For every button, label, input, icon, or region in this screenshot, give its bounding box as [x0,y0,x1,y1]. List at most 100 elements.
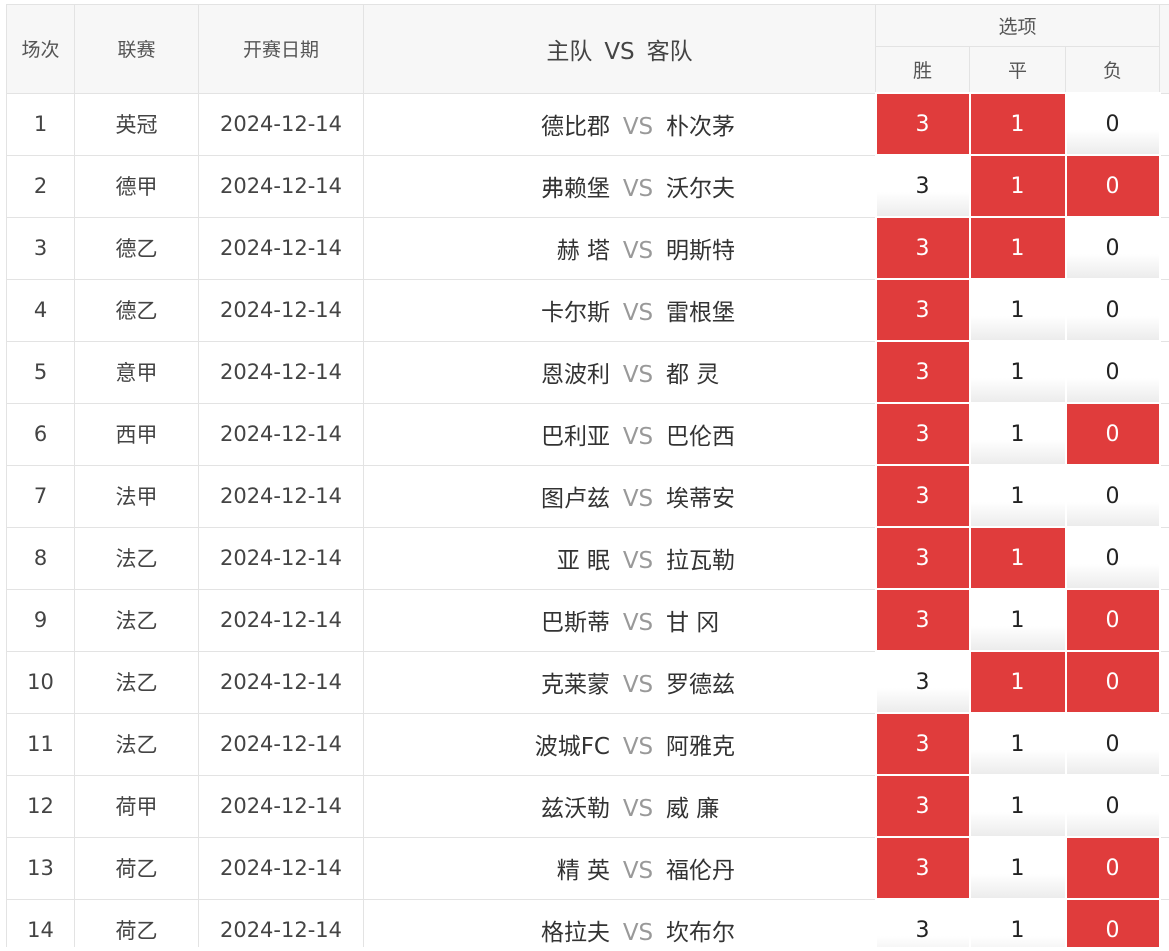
vs-label: VS [622,796,654,822]
match-number: 4 [6,278,75,342]
match-date: 2024-12-14 [198,340,364,404]
header-date: 开赛日期 [198,4,364,94]
header-vs: VS [604,38,635,65]
row-edge [1159,588,1169,652]
match-teams: 卡尔斯 VS 雷根堡 [363,278,876,342]
home-team: 亚 眠 [556,548,610,574]
match-number: 3 [6,216,75,280]
match-number: 12 [6,774,75,838]
option-lose-button[interactable]: 0 [1064,774,1161,838]
match-teams: 弗赖堡 VS 沃尔夫 [363,154,876,218]
vs-label: VS [622,114,654,140]
home-team: 赫 塔 [556,238,610,264]
away-team: 巴伦西 [666,424,735,450]
header-teams: 主队 VS 客队 [363,4,876,94]
league-name: 法乙 [74,526,199,590]
table-header: 场次 联赛 开赛日期 主队 VS 客队 选项 胜 平 负 [6,4,1169,94]
row-edge [1159,92,1169,156]
match-teams: 兹沃勒 VS 威 廉 [363,774,876,838]
match-teams: 克莱蒙 VS 罗德兹 [363,650,876,714]
option-lose-button[interactable]: 0 [1064,216,1161,280]
away-team: 甘 冈 [666,610,720,636]
home-team: 图卢兹 [541,486,610,512]
row-edge [1159,216,1169,280]
option-draw-button[interactable]: 1 [968,836,1067,900]
home-team: 弗赖堡 [541,176,610,202]
match-row: 12 荷甲 2024-12-14 兹沃勒 VS 威 廉310 [6,774,1169,838]
option-draw-button[interactable]: 1 [968,774,1067,838]
match-row: 2 德甲 2024-12-14 弗赖堡 VS 沃尔夫 3 1 0 [6,154,1169,218]
away-team: 明斯特 [666,238,735,264]
vs-label: VS [622,300,654,326]
option-draw-button[interactable]: 1 [968,402,1067,466]
option-lose-button[interactable]: 0 [1064,278,1161,342]
table-body: 1 英冠 2024-12-14 德比郡 VS 朴次茅 3 1 0 2 德甲 2024-12-14 弗赖堡… [6,92,1169,947]
option-lose-button[interactable]: 0 [1064,464,1161,528]
vs-label: VS [622,238,654,264]
match-row: 10 法乙 2024-12-14 克莱蒙 VS 罗德兹 3 1 0 [6,650,1169,714]
option-lose-button[interactable]: 0 [1064,526,1161,590]
option-draw-button[interactable]: 1 [968,154,1067,218]
match-teams: 恩波利 VS 都 灵 [363,340,876,404]
option-draw-button[interactable]: 1 [968,216,1067,280]
home-team: 兹沃勒 [541,796,610,822]
option-draw-button[interactable]: 1 [968,898,1067,947]
option-draw-button[interactable]: 1 [968,340,1067,404]
match-row: 9 法乙 2024-12-14 巴斯蒂 VS 甘 冈310 [6,588,1169,652]
option-draw-button[interactable]: 1 [968,92,1067,156]
option-lose-button[interactable]: 0 [1064,92,1161,156]
match-date: 2024-12-14 [198,836,364,900]
header-away: 客队 [646,38,693,65]
vs-label: VS [622,920,654,946]
match-teams: 波城FC VS 阿雅克 [363,712,876,776]
header-num: 场次 [6,4,75,94]
option-draw-button[interactable]: 1 [968,588,1067,652]
option-lose-button[interactable]: 0 [1064,154,1161,218]
match-teams: 格拉夫 VS 坎布尔 [363,898,876,947]
option-lose-button[interactable]: 0 [1064,650,1161,714]
match-row: 8 法乙 2024-12-14 亚 眠 VS 拉瓦勒 3 1 0 [6,526,1169,590]
option-draw-button[interactable]: 1 [968,650,1067,714]
away-team: 威 廉 [666,796,720,822]
option-lose-button[interactable]: 0 [1064,898,1161,947]
match-teams: 精 英 VS 福伦丹 [363,836,876,900]
option-draw-button[interactable]: 1 [968,464,1067,528]
match-teams: 德比郡 VS 朴次茅 [363,92,876,156]
league-name: 法乙 [74,588,199,652]
home-team: 德比郡 [541,114,610,140]
option-draw-button[interactable]: 1 [968,278,1067,342]
match-number: 11 [6,712,75,776]
match-row: 13 荷乙 2024-12-14 精 英 VS 福伦丹 3 1 0 [6,836,1169,900]
away-team: 埃蒂安 [666,486,735,512]
match-number: 5 [6,340,75,404]
option-lose-button[interactable]: 0 [1064,836,1161,900]
away-team: 阿雅克 [666,734,735,760]
match-number: 13 [6,836,75,900]
row-edge [1159,154,1169,218]
match-row: 3 德乙 2024-12-14 赫 塔 VS 明斯特 3 1 0 [6,216,1169,280]
row-edge [1159,898,1169,947]
vs-label: VS [622,486,654,512]
lottery-table-container: 场次 联赛 开赛日期 主队 VS 客队 选项 胜 平 负 1 英冠 2024-12-14… [6,4,1169,947]
match-number: 6 [6,402,75,466]
home-team: 巴利亚 [541,424,610,450]
row-edge [1159,340,1169,404]
option-lose-button[interactable]: 0 [1064,402,1161,466]
match-date: 2024-12-14 [198,402,364,466]
league-name: 法乙 [74,712,199,776]
match-date: 2024-12-14 [198,650,364,714]
option-lose-button[interactable]: 0 [1064,340,1161,404]
away-team: 都 灵 [666,362,720,388]
league-name: 意甲 [74,340,199,404]
header-options: 选项 [874,4,1161,47]
league-name: 西甲 [74,402,199,466]
match-row: 6 西甲 2024-12-14 巴利亚 VS 巴伦西 3 1 0 [6,402,1169,466]
option-draw-button[interactable]: 1 [968,712,1067,776]
match-teams: 巴斯蒂 VS 甘 冈 [363,588,876,652]
vs-label: VS [622,424,654,450]
option-lose-button[interactable]: 0 [1064,712,1161,776]
match-teams: 亚 眠 VS 拉瓦勒 [363,526,876,590]
option-draw-button[interactable]: 1 [968,526,1067,590]
option-lose-button[interactable]: 0 [1064,588,1161,652]
league-name: 德乙 [74,216,199,280]
